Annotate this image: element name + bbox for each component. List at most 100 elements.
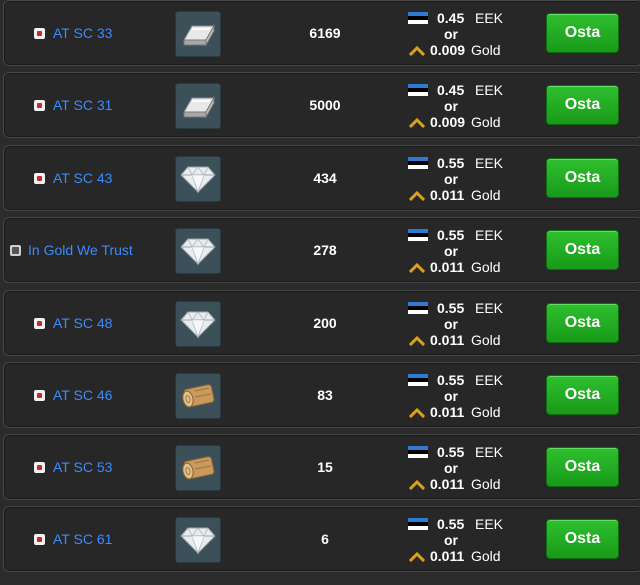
silver-bar-icon <box>175 83 221 129</box>
currency-label: EEK <box>475 10 504 26</box>
seller-link[interactable]: AT SC 48 <box>53 315 112 331</box>
offer-row: AT SC 31 5000 0.45 EEK or 0.009 Gold Osta <box>3 72 640 138</box>
quantity: 5000 <box>309 97 341 113</box>
flag-icon <box>34 28 45 39</box>
price-block: 0.45 EEK or 0.009 Gold <box>404 73 514 139</box>
quantity: 6 <box>321 531 329 547</box>
gold-label: Gold <box>471 476 501 492</box>
seller-link[interactable]: AT SC 46 <box>53 387 112 403</box>
wood-log-icon <box>175 373 221 419</box>
gold-icon <box>409 263 425 273</box>
diamond-icon <box>175 228 221 274</box>
seller-link[interactable]: AT SC 43 <box>53 170 112 186</box>
silver-bar-icon <box>175 11 221 57</box>
offer-row: AT SC 46 83 0.55 EEK or 0.011 Gold Osta <box>3 362 640 428</box>
offer-row: AT SC 53 15 0.55 EEK or 0.011 Gold Osta <box>3 434 640 500</box>
flag-icon <box>34 462 45 473</box>
seller-link[interactable]: AT SC 31 <box>53 97 112 113</box>
gold-label: Gold <box>471 259 501 275</box>
quantity: 6169 <box>309 25 341 41</box>
seller-link[interactable]: AT SC 53 <box>53 459 112 475</box>
buy-button[interactable]: Osta <box>546 519 619 559</box>
or-label: or <box>444 388 458 404</box>
seller-link[interactable]: AT SC 61 <box>53 531 112 547</box>
gold-icon <box>409 46 425 56</box>
price-eek: 0.45 <box>437 10 465 26</box>
buy-button[interactable]: Osta <box>546 230 619 270</box>
or-label: or <box>444 171 458 187</box>
gold-icon <box>409 118 425 128</box>
flag-icon <box>34 534 45 545</box>
currency-label: EEK <box>475 82 504 98</box>
wood-log-icon <box>175 445 221 491</box>
seller-link[interactable]: In Gold We Trust <box>28 242 133 258</box>
currency-label: EEK <box>475 372 504 388</box>
quantity: 83 <box>317 387 333 403</box>
or-label: or <box>444 26 458 42</box>
estonia-flag-icon <box>408 302 428 314</box>
quantity: 15 <box>317 459 333 475</box>
quantity: 278 <box>313 242 337 258</box>
buy-button[interactable]: Osta <box>546 303 619 343</box>
estonia-flag-icon <box>408 446 428 458</box>
offer-row: AT SC 33 6169 0.45 EEK or 0.009 Gold Osta <box>3 0 640 66</box>
estonia-flag-icon <box>408 374 428 386</box>
offer-row: AT SC 48 200 0.55 EEK or 0.011 Gold Osta <box>3 290 640 356</box>
price-eek: 0.55 <box>437 300 465 316</box>
estonia-flag-icon <box>408 518 428 530</box>
currency-label: EEK <box>475 227 504 243</box>
diamond-icon <box>175 156 221 202</box>
currency-label: EEK <box>475 155 504 171</box>
price-block: 0.55 EEK or 0.011 Gold <box>404 146 514 212</box>
buy-button[interactable]: Osta <box>546 158 619 198</box>
buy-button[interactable]: Osta <box>546 447 619 487</box>
price-gold: 0.009 <box>430 42 466 58</box>
or-label: or <box>444 98 458 114</box>
or-label: or <box>444 460 458 476</box>
seller-link[interactable]: AT SC 33 <box>53 25 112 41</box>
gold-icon <box>409 336 425 346</box>
price-block: 0.55 EEK or 0.011 Gold <box>404 363 514 429</box>
estonia-flag-icon <box>408 84 428 96</box>
price-eek: 0.55 <box>437 444 465 460</box>
price-block: 0.45 EEK or 0.009 Gold <box>404 1 514 67</box>
price-gold: 0.011 <box>430 404 465 420</box>
price-eek: 0.55 <box>437 155 465 171</box>
price-gold: 0.011 <box>430 476 465 492</box>
gold-label: Gold <box>471 114 501 130</box>
or-label: or <box>444 532 458 548</box>
gold-label: Gold <box>471 404 501 420</box>
buy-button[interactable]: Osta <box>546 85 619 125</box>
offer-row: AT SC 61 6 0.55 EEK or 0.011 Gold Osta <box>3 506 640 572</box>
buy-button[interactable]: Osta <box>546 375 619 415</box>
estonia-flag-icon <box>408 12 428 24</box>
avatar-icon <box>10 245 21 256</box>
gold-icon <box>409 552 425 562</box>
price-gold: 0.009 <box>430 114 466 130</box>
currency-label: EEK <box>475 300 504 316</box>
quantity: 200 <box>313 315 337 331</box>
gold-icon <box>409 408 425 418</box>
flag-icon <box>34 173 45 184</box>
price-block: 0.55 EEK or 0.011 Gold <box>404 218 514 284</box>
flag-icon <box>34 318 45 329</box>
price-gold: 0.011 <box>430 332 465 348</box>
or-label: or <box>444 243 458 259</box>
price-block: 0.55 EEK or 0.011 Gold <box>404 291 514 357</box>
estonia-flag-icon <box>408 229 428 241</box>
diamond-icon <box>175 301 221 347</box>
price-gold: 0.011 <box>430 259 465 275</box>
gold-label: Gold <box>471 42 501 58</box>
buy-button[interactable]: Osta <box>546 13 619 53</box>
gold-label: Gold <box>471 332 501 348</box>
flag-icon <box>34 390 45 401</box>
price-gold: 0.011 <box>430 187 465 203</box>
flag-icon <box>34 100 45 111</box>
price-eek: 0.55 <box>437 516 465 532</box>
price-block: 0.55 EEK or 0.011 Gold <box>404 435 514 501</box>
or-label: or <box>444 316 458 332</box>
offer-row: In Gold We Trust 278 0.55 EEK or 0.011 Gold Ost… <box>3 217 640 283</box>
offer-row: AT SC 43 434 0.55 EEK or 0.011 Gold Osta <box>3 145 640 211</box>
gold-label: Gold <box>471 548 501 564</box>
price-gold: 0.011 <box>430 548 465 564</box>
